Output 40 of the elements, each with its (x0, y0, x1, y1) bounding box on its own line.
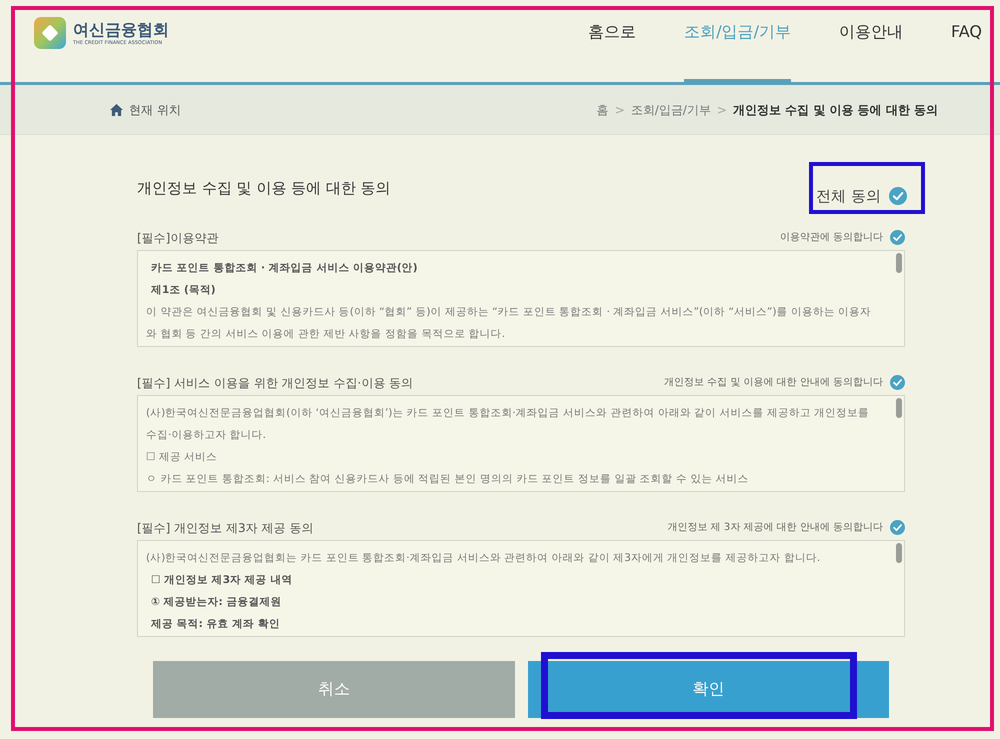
terms-text: (사)한국여신전문금융업협회는 카드 포인트 통합조회·계좌입금 서비스와 관련하여 아래와 같이 제3자에게 개인정보를 제공하고자 합니다. (146, 550, 822, 566)
breadcrumb-link[interactable]: 조회/입금/기부 (630, 100, 711, 118)
scrollbar-thumb[interactable] (896, 542, 902, 562)
terms-text: 이 약관은 여신금융협회 및 신용카드사 등(이하 “협회” 등)이 제공하는 “카드 포인트 통합조회 · 계좌입금 서비스”(이하 “서비스”)를 이용하는 이용자와 협회 등 간의 서비스 이용에 관한 제반 사항을 정함을 목적으로 합니다. (146, 304, 872, 342)
terms-text: ☐ 제공 서비스 (146, 450, 218, 464)
breadcrumb-link[interactable]: 개인정보 수집 및 이용 등에 대한 동의 (732, 100, 938, 118)
terms-text: (사)한국여신전문금융업협회(이하 ‘여신금융협회’)는 카드 포인트 통합조회·계좌입금 서비스와 관련하여 아래와 같이 서비스를 제공하고 개인정보를 수집·이용하고자 합니다. (146, 406, 870, 442)
check-icon[interactable] (890, 520, 905, 535)
home-icon (110, 104, 123, 116)
scrollbar-thumb[interactable] (896, 398, 902, 418)
check-icon[interactable] (890, 375, 905, 390)
scrollbar-thumb[interactable] (896, 252, 902, 272)
terms-text: ㅇ 카드 포인트 통합조회: 서비스 참여 신용카드사 등에 적립된 본인 명의의 카드 포인트 정보를 일괄 조회할 수 있는 서비스 (146, 472, 750, 486)
terms-box[interactable]: (사)한국여신전문금융업협회(이하 ‘여신금융협회’)는 카드 포인트 통합조회·계좌입금 서비스와 관련하여 아래와 같이 서비스를 제공하고 개인정보를 수집·이용하고자 합니다. ☐ 제공 서비스 ㅇ 카드 포인트 통합조회: 서비스 참여 신용카드사 등에 적립된 본인 명의의 카드 포인트 정보를 일괄 조회할 수 있는 서비스 (137, 394, 905, 492)
terms-text: ☐ 개인정보 제3자 제공 내역 (150, 572, 294, 588)
agree-label: 이용약관에 동의합니다 (780, 231, 883, 245)
agree-label: 개인정보 제 3자 제공에 대한 안내에 동의합니다 (668, 521, 883, 535)
terms-box[interactable]: (사)한국여신전문금융업협회는 카드 포인트 통합조회·계좌입금 서비스와 관련하여 아래와 같이 제3자에게 개인정보를 제공하고자 합니다. ☐ 개인정보 제3자 제공 내역 ① 제공받는자: 금융결제원 제공 목적: 유효 계좌 확인 (137, 540, 905, 636)
section-title: [필수] 개인정보 제3자 제공 동의 (137, 520, 314, 536)
agree-all-label: 전체 동의 (816, 186, 881, 207)
agree-label: 개인정보 수집 및 이용에 대한 안내에 동의합니다 (664, 376, 883, 390)
nav-tab[interactable]: 홈으로 (588, 0, 636, 82)
consent-title: 개인정보 수집 및 이용 등에 대한 동의 (137, 178, 391, 199)
section-title: [필수] 서비스 이용을 위한 개인정보 수집·이용 동의 (137, 374, 414, 392)
terms-text: ① 제공받는자: 금융결제원 (150, 594, 282, 610)
location-label: 현재 위치 (129, 102, 181, 118)
check-icon[interactable] (889, 187, 907, 206)
breadcrumb-separator: > (614, 102, 625, 118)
breadcrumb-link[interactable]: 홈 (596, 100, 609, 118)
logo-icon (34, 17, 66, 49)
terms-text: 제1조 (목적) (150, 282, 217, 298)
terms-text: 제공 목적: 유효 계좌 확인 (150, 616, 281, 632)
logo-title: 여신금융협회 (73, 20, 169, 40)
terms-text: 카드 포인트 통합조회 · 계좌입금 서비스 이용약관(안) (150, 260, 419, 276)
check-icon[interactable] (890, 230, 905, 245)
terms-box[interactable]: 카드 포인트 통합조회 · 계좌입금 서비스 이용약관(안) 제1조 (목적) 이 약관은 여신금융협회 및 신용카드사 등(이하 “협회” 등)이 제공하는 “카드 포인트 통합조회 · 계좌입금 서비스”(이하 “서비스”)를 이용하는 이용자와 협회 등 간의 서비스 이용에 관한 제반 사항을 정함을 목적으로 합니다. (137, 250, 905, 346)
nav-tab[interactable]: 이용안내 (839, 0, 903, 82)
breadcrumb-separator: > (716, 102, 727, 118)
nav-tab[interactable]: FAQ (951, 0, 982, 82)
section-title: [필수]이용약관 (137, 230, 218, 246)
